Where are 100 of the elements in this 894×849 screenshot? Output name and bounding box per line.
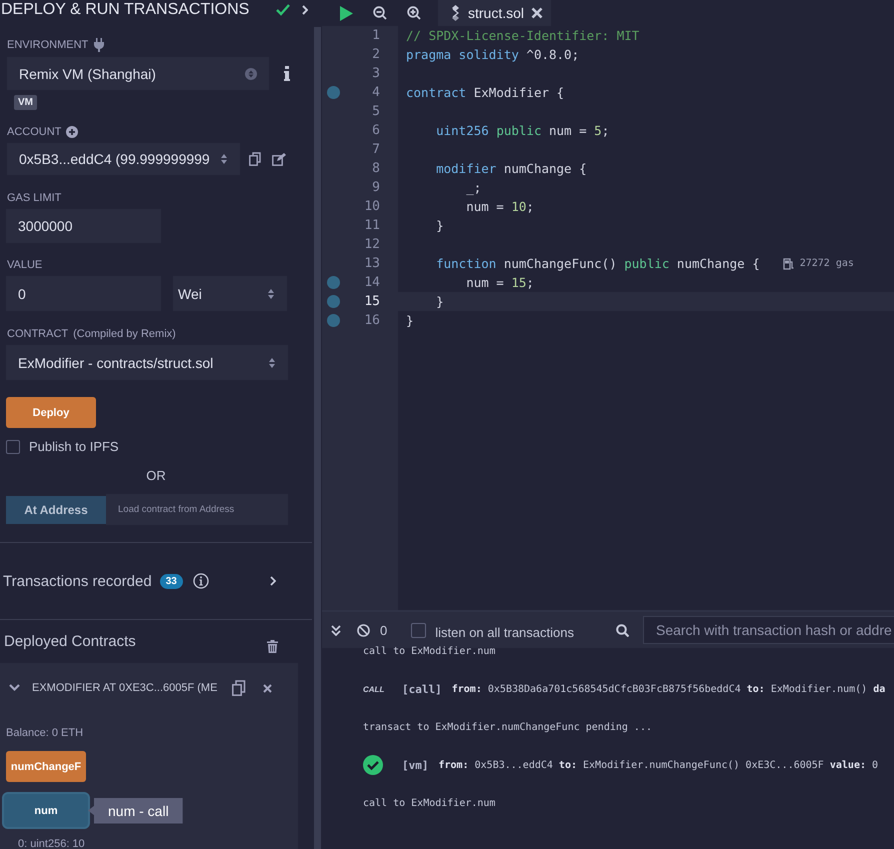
code-line: modifier numChange { [435, 161, 587, 176]
function-button[interactable]: num [4, 794, 88, 827]
select-arrows-icon [220, 153, 228, 165]
check-icon [276, 4, 290, 16]
breakpoint-dot[interactable] [327, 86, 340, 99]
check-circle-icon [363, 755, 383, 775]
chevron-right-icon[interactable] [270, 576, 276, 586]
search-icon[interactable] [616, 624, 629, 636]
play-icon[interactable] [340, 6, 353, 20]
field-label: ACCOUNT [7, 126, 62, 138]
field-label: ENVIRONMENT [7, 39, 88, 51]
code-line: contract ExModifier { [406, 85, 564, 100]
code-line: } [406, 313, 414, 328]
line-number: 7 [372, 142, 380, 157]
line-number: 15 [364, 294, 380, 309]
checkbox[interactable] [6, 440, 20, 454]
log-text: call to ExModifier.num [363, 798, 496, 808]
log-text: transact to ExModifier.numChangeFunc pending ... [363, 722, 652, 732]
code-line: num = 15; [465, 275, 534, 290]
call-label: CALL [363, 684, 386, 694]
gas-estimate: 27272 gas [800, 258, 854, 269]
value-field[interactable]: 0 [6, 276, 161, 311]
environment-select[interactable]: Remix VM (Shanghai) [7, 57, 269, 90]
code-line: } [435, 294, 444, 309]
output-text: 0: uint256: 10 [18, 838, 86, 849]
code-line: function numChangeFunc() public numChange { [435, 256, 760, 271]
account-select[interactable]: 0x5B3...eddC4 (99.999999999 [7, 143, 240, 175]
line-number: 12 [364, 237, 380, 252]
select-arrows-icon [245, 68, 257, 80]
zoom-in-icon[interactable] [407, 6, 421, 20]
checkbox-label: Publish to IPFS [29, 439, 119, 454]
log-tag: [call] [402, 682, 442, 696]
close-icon[interactable] [263, 684, 272, 692]
breakpoint-dot[interactable] [327, 314, 340, 327]
vm-badge: VM [14, 95, 37, 110]
line-number: 3 [372, 66, 380, 81]
balance-text: Balance: 0 ETH [6, 727, 84, 739]
field-label: GAS LIMIT [7, 192, 62, 204]
transaction-details[interactable]: from: 0x5B3...eddC4 to: ExModifier.numChangeFunc() 0xE3C...6005F value: 0 [438, 760, 878, 770]
copy-icon[interactable] [249, 152, 261, 166]
line-number: 10 [364, 199, 380, 214]
gas-pump-icon [782, 258, 794, 270]
unit-select[interactable]: Wei [173, 276, 287, 311]
checkbox[interactable] [411, 622, 426, 638]
line-number: 2 [372, 47, 380, 62]
field-label: VALUE [7, 259, 44, 271]
select-arrows-icon [267, 288, 275, 300]
log-text: call to ExModifier.num [363, 646, 496, 656]
contract-instance-title[interactable]: EXMODIFIER AT 0XE3C...6005F (ME [32, 682, 222, 694]
zoom-out-icon[interactable] [373, 6, 387, 20]
section-title[interactable]: Transactions recorded [3, 572, 152, 590]
pending-count: 0 [380, 622, 388, 638]
code-line: num = 10; [465, 199, 534, 214]
close-icon[interactable] [531, 7, 544, 19]
trash-icon[interactable] [266, 640, 278, 653]
line-number: 14 [364, 275, 380, 290]
search-field[interactable]: Search with transaction hash or addre [642, 616, 894, 644]
double-chevron-down-icon[interactable] [331, 624, 341, 636]
line-number: 13 [364, 256, 380, 271]
field-label: CONTRACT [7, 328, 68, 340]
line-number: 11 [364, 218, 380, 233]
section-title: Deployed Contracts [4, 633, 136, 650]
line-number: 5 [372, 104, 380, 119]
line-number: 8 [372, 161, 380, 176]
code-line: _; [465, 180, 482, 195]
code-line: pragma solidity ^0.8.0; [406, 47, 580, 62]
tooltip: num - call [88, 798, 183, 824]
info-icon[interactable] [284, 66, 290, 81]
select-arrows-icon [268, 356, 276, 368]
address-field[interactable]: Load contract from Address [106, 494, 288, 525]
compiler-note: (Compiled by Remix) [73, 328, 176, 340]
contract-select[interactable]: ExModifier - contracts/struct.sol [6, 345, 288, 380]
clear-icon[interactable] [357, 624, 370, 636]
line-number: 16 [364, 313, 380, 328]
gas-limit-field[interactable]: 3000000 [6, 209, 161, 243]
line-number: 9 [372, 180, 380, 195]
code-line: uint256 public num = 5; [435, 123, 610, 138]
at-address-button[interactable]: At Address [6, 496, 106, 524]
file-type-icon [450, 5, 461, 21]
checkbox-label: listen on all transactions [435, 624, 574, 640]
plug-icon [93, 38, 106, 52]
chevron-right-icon[interactable] [302, 5, 308, 15]
transaction-details[interactable]: from: 0x5B38Da6a701c568545dCfcB03FcB875f56beddC4 to: ExModifier.num() da [452, 684, 886, 694]
line-number: 6 [372, 123, 380, 138]
chevron-down-icon[interactable] [9, 684, 20, 692]
line-number: 1 [372, 28, 380, 43]
breakpoint-dot[interactable] [327, 276, 340, 289]
breakpoint-dot[interactable] [327, 295, 340, 308]
or-text: OR [146, 468, 166, 483]
plus-circle-icon[interactable] [66, 126, 78, 138]
panel-title: DEPLOY & RUN TRANSACTIONS [1, 1, 250, 19]
log-tag: [vm] [402, 758, 428, 772]
edit-icon[interactable] [272, 152, 286, 166]
count-badge: 33 [160, 574, 183, 588]
info-circle-icon[interactable] [192, 573, 209, 589]
code-line: } [435, 218, 444, 233]
code-line: // SPDX-License-Identifier: MIT [406, 28, 640, 43]
copy-icon[interactable] [232, 680, 246, 696]
line-number: 4 [372, 85, 380, 100]
file-tab[interactable]: struct.sol [438, 0, 552, 26]
